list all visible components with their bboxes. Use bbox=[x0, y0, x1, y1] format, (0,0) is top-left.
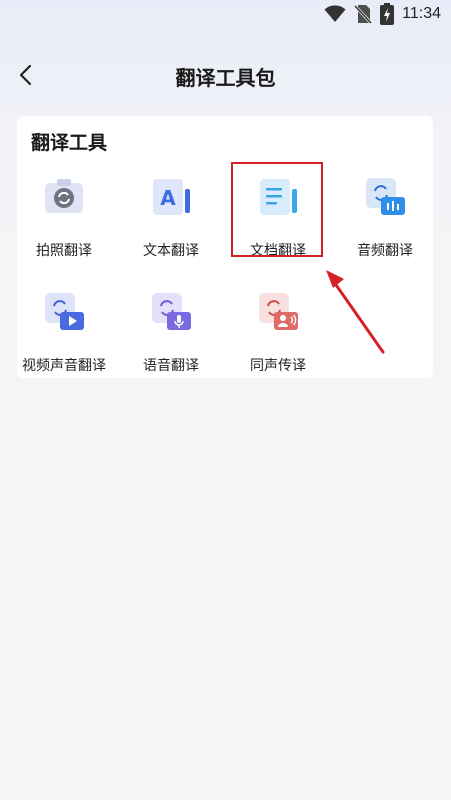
tool-label: 音频翻译 bbox=[357, 243, 413, 259]
camera-icon bbox=[45, 179, 83, 213]
tool-simultaneous-interpretation[interactable]: 同声传译 bbox=[226, 290, 330, 382]
header: 翻译工具包 bbox=[0, 52, 451, 96]
annotation-arrow-icon bbox=[326, 270, 385, 354]
tool-video-audio-translate[interactable]: 视频声音翻译 bbox=[12, 290, 116, 382]
video-icon bbox=[45, 293, 84, 330]
tool-photo-translate[interactable]: 拍照翻译 bbox=[12, 175, 116, 267]
wifi-icon bbox=[324, 5, 346, 22]
page-title: 翻译工具包 bbox=[175, 66, 276, 90]
audio-icon bbox=[366, 178, 405, 215]
tool-audio-translate[interactable]: 音频翻译 bbox=[333, 175, 437, 267]
tool-label: 语音翻译 bbox=[143, 358, 199, 374]
text-a-icon: A bbox=[153, 179, 190, 215]
simultaneous-interpretation-icon bbox=[259, 293, 298, 330]
tool-label: 拍照翻译 bbox=[36, 243, 92, 259]
no-sim-icon bbox=[354, 4, 373, 24]
microphone-icon bbox=[152, 293, 191, 330]
status-time: 11:34 bbox=[402, 5, 441, 22]
tool-label: 同声传译 bbox=[250, 358, 306, 374]
highlight-box bbox=[231, 162, 323, 257]
tool-text-translate[interactable]: A 文本翻译 bbox=[119, 175, 223, 267]
tool-voice-translate[interactable]: 语音翻译 bbox=[119, 290, 223, 382]
tool-label: 视频声音翻译 bbox=[22, 358, 106, 374]
svg-text:A: A bbox=[160, 186, 176, 210]
status-icons: 11:34 bbox=[324, 3, 441, 25]
status-bar: 11:34 bbox=[0, 0, 451, 28]
battery-charging-icon bbox=[380, 3, 395, 25]
section-title: 翻译工具 bbox=[31, 132, 108, 154]
tool-label: 文本翻译 bbox=[143, 243, 199, 259]
